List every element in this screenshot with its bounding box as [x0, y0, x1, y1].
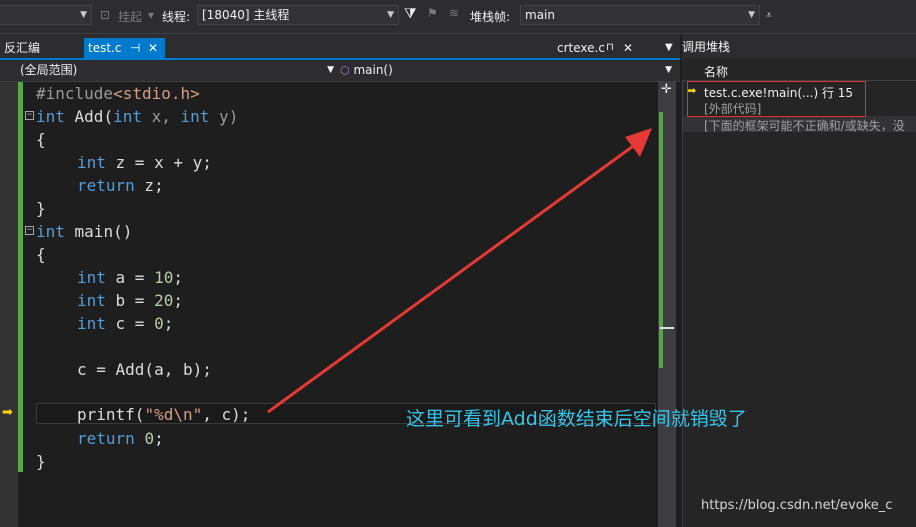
arrow-head	[625, 128, 652, 157]
annotation-text: 这里可看到Add函数结束后空间就销毁了	[406, 408, 747, 430]
annotation-arrow	[267, 128, 652, 414]
watermark: https://blog.csdn.net/evoke_c	[701, 498, 893, 513]
arrow-line	[267, 142, 637, 414]
